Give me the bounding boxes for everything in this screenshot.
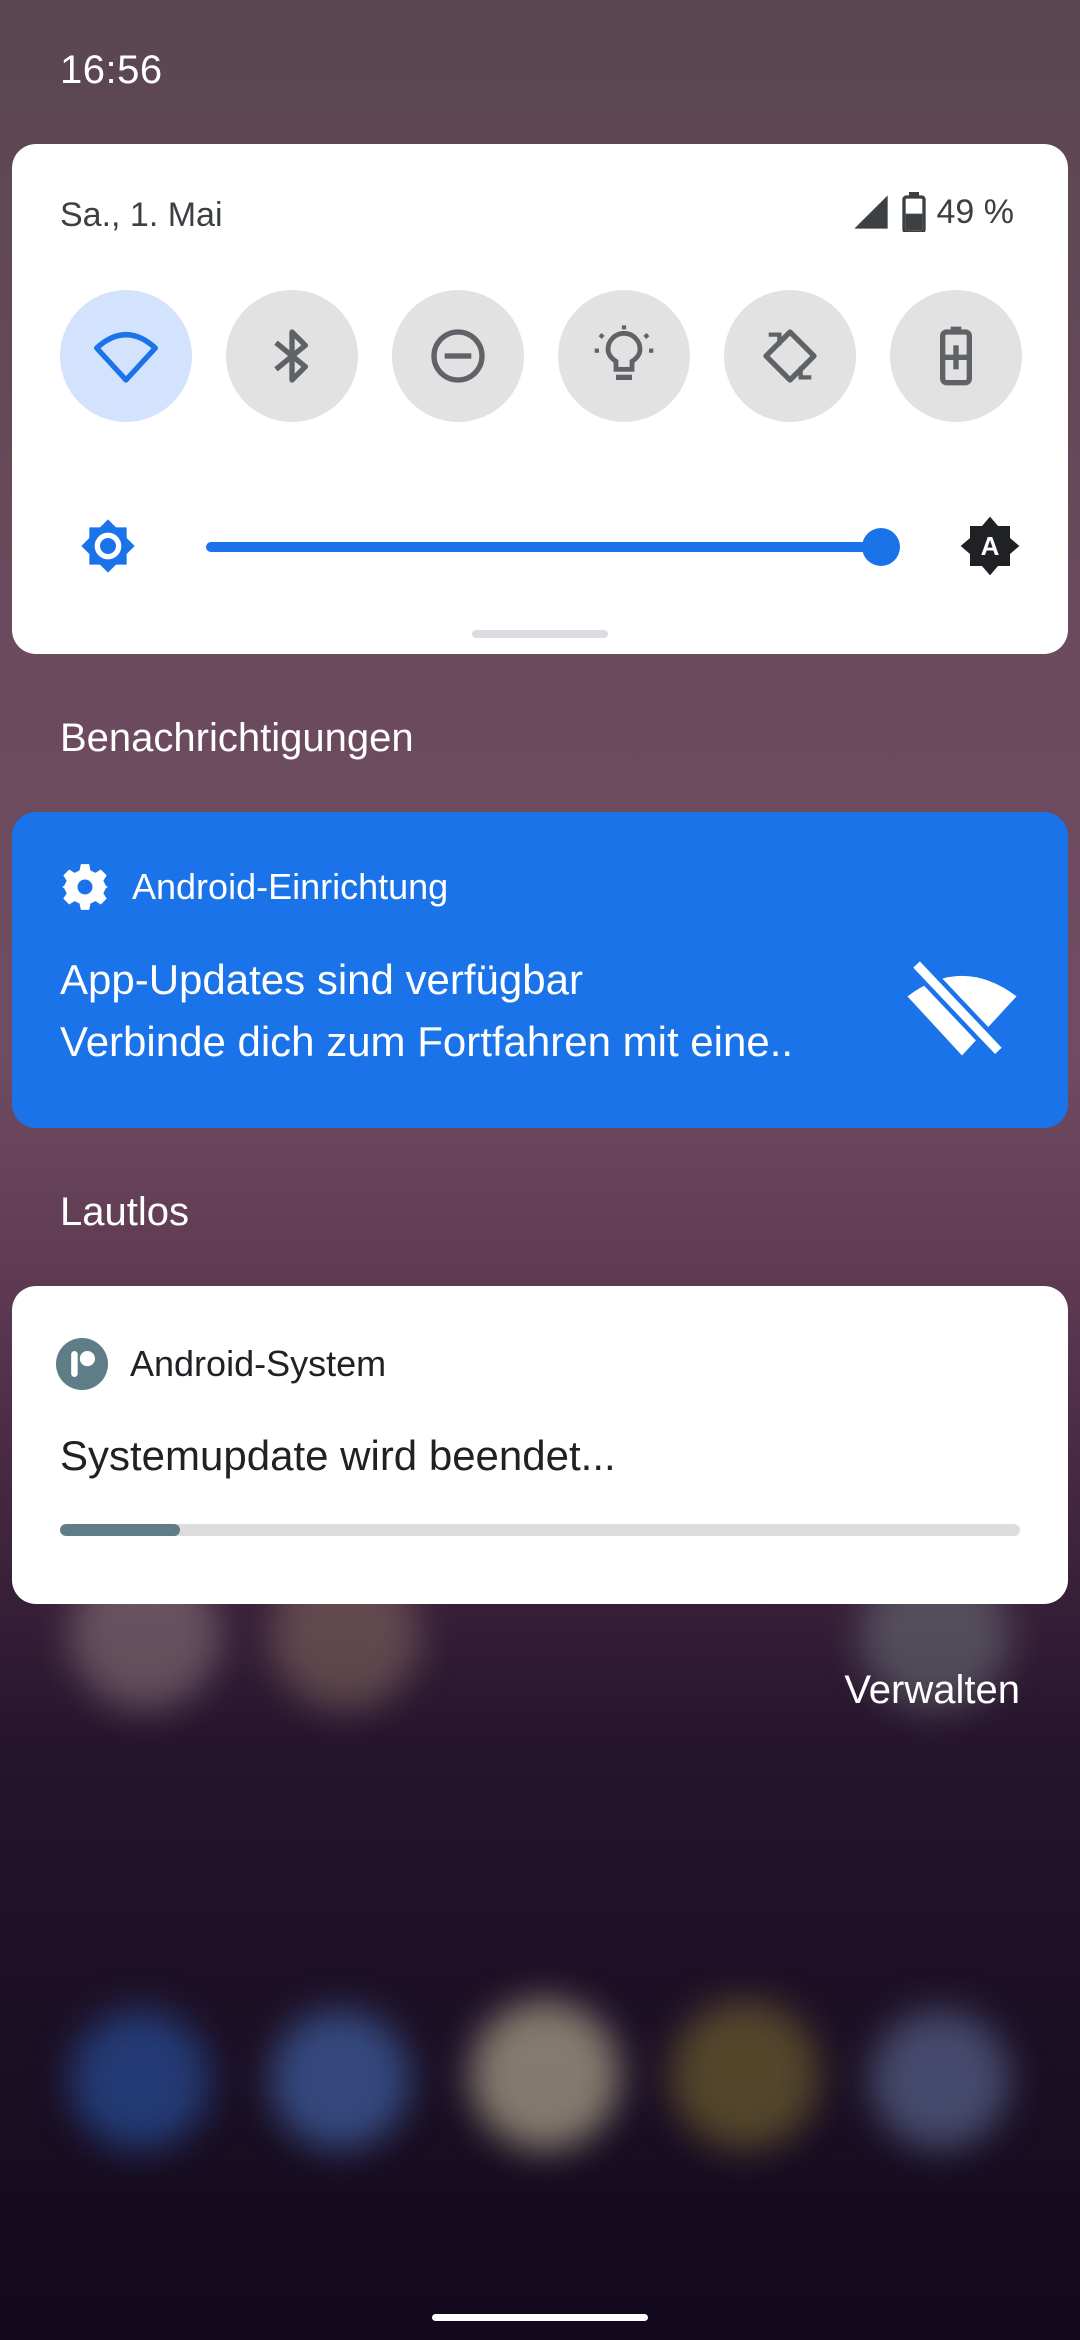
brightness-slider[interactable] xyxy=(206,528,901,566)
section-notifications: Benachrichtigungen xyxy=(60,716,414,760)
notification-title: App-Updates sind verfügbar xyxy=(60,956,583,1003)
rotate-icon xyxy=(763,329,817,383)
gear-icon xyxy=(62,864,108,910)
notification-header: Android-System xyxy=(56,1338,386,1390)
battery-icon xyxy=(901,192,926,232)
bluetooth-icon xyxy=(274,329,308,383)
tile-do-not-disturb[interactable] xyxy=(392,290,524,422)
gesture-navigation-handle[interactable] xyxy=(432,2314,648,2321)
notification-title: Systemupdate wird beendet... xyxy=(60,1432,616,1479)
tile-wifi[interactable] xyxy=(60,290,192,422)
brightness-slider-fill xyxy=(206,542,882,552)
wifi-off-icon xyxy=(907,960,1017,1058)
tile-battery-saver[interactable] xyxy=(890,290,1022,422)
quick-settings-tiles xyxy=(60,290,1022,422)
notification-header: Android-Einrichtung xyxy=(60,862,448,912)
notification-card-system[interactable]: Android-System Systemupdate wird beendet… xyxy=(12,1286,1068,1604)
update-progress-bar xyxy=(60,1524,1020,1536)
update-progress-fill xyxy=(60,1524,180,1536)
notification-app-name: Android-System xyxy=(130,1343,387,1384)
notification-app-name: Android-Einrichtung xyxy=(132,866,449,907)
signal-icon xyxy=(853,195,888,229)
battery-saver-icon xyxy=(940,326,972,386)
auto-brightness-icon[interactable]: A xyxy=(958,514,1022,578)
quick-settings-panel: Sa., 1. Mai 49 % A xyxy=(12,144,1068,654)
brightness-slider-thumb[interactable] xyxy=(862,528,901,566)
section-silent: Lautlos xyxy=(60,1190,189,1234)
tile-bluetooth[interactable] xyxy=(226,290,358,422)
manage-button[interactable]: Verwalten xyxy=(844,1668,1020,1713)
date-label[interactable]: Sa., 1. Mai xyxy=(60,196,223,235)
panel-drag-handle[interactable] xyxy=(472,630,608,638)
status-indicators: 49 % xyxy=(851,192,1015,232)
android-system-icon xyxy=(56,1338,108,1390)
brightness-row: A xyxy=(60,506,1020,586)
tile-auto-rotate[interactable] xyxy=(724,290,856,422)
do-not-disturb-icon xyxy=(431,329,485,383)
wifi-icon xyxy=(94,332,158,383)
lightbulb-icon xyxy=(594,325,654,380)
auto-brightness-label: A xyxy=(980,531,1000,561)
battery-percent: 49 % xyxy=(936,192,1015,231)
status-time: 16:56 xyxy=(60,48,163,92)
notification-card-setup[interactable]: Android-Einrichtung App-Updates sind ver… xyxy=(12,812,1068,1128)
tile-flashlight[interactable] xyxy=(558,290,690,422)
notification-text: Verbinde dich zum Fortfahren mit eine.. xyxy=(60,1018,794,1065)
brightness-icon xyxy=(81,519,135,573)
